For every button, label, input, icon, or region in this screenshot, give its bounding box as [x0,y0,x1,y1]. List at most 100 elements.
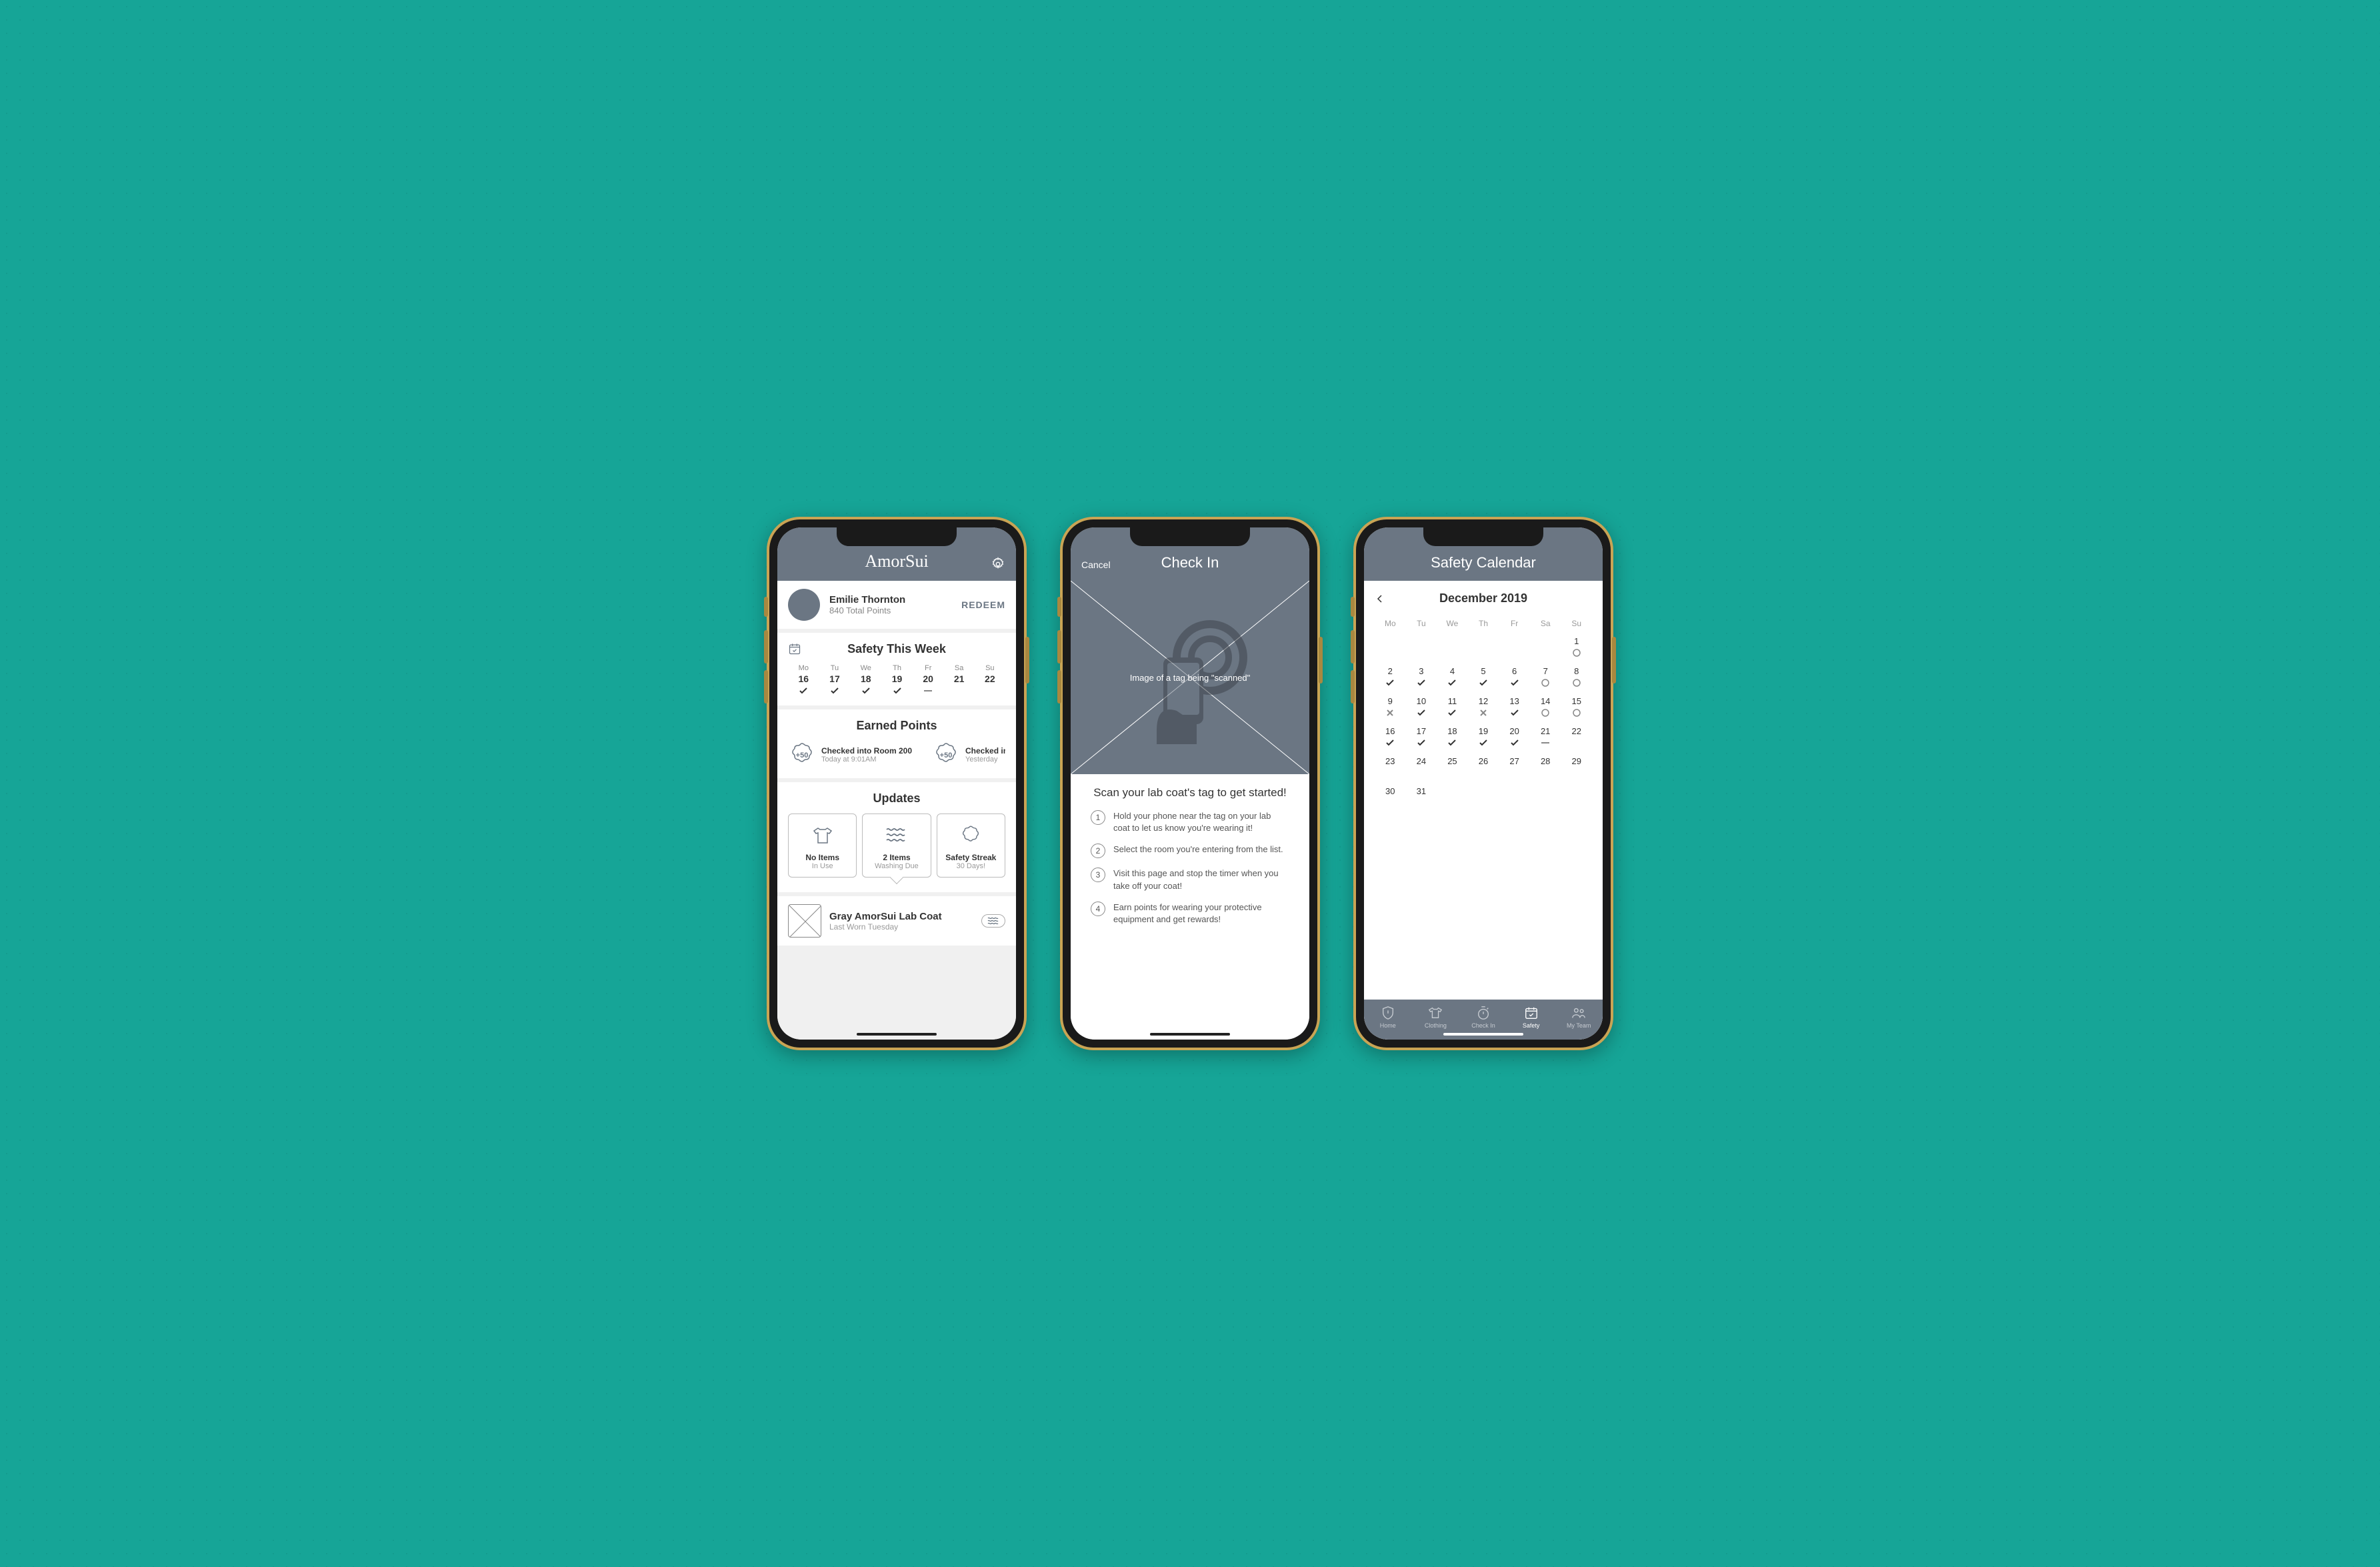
earned-points-title: Earned Points [788,719,1005,733]
safety-week-section: Safety This Week Mo16Tu17We18Th19Fr20Sa2… [777,633,1016,705]
day-status-icon [1437,737,1468,748]
calendar-day[interactable]: 12 [1468,693,1499,723]
day-status-icon [798,685,809,696]
day-status-icon [1561,647,1592,658]
calendar-dow: Th [1468,616,1499,633]
calendar-day[interactable]: 6 [1499,663,1530,693]
day-status-icon [1530,707,1561,718]
week-day[interactable]: Mo16 [798,664,809,696]
calendar-day[interactable]: 24 [1406,753,1437,784]
item-sub: Last Worn Tuesday [829,922,973,932]
week-day[interactable]: Sa21 [954,664,965,696]
calendar-day[interactable]: 20 [1499,723,1530,753]
step-row: 2Select the room you're entering from th… [1091,844,1289,858]
day-status-icon [1561,707,1592,718]
week-day[interactable]: Fr20 [923,664,933,696]
calendar-day[interactable]: 14 [1530,693,1561,723]
tab-home[interactable]: Home [1364,1000,1412,1034]
calendar-day[interactable]: 18 [1437,723,1468,753]
update-card[interactable]: 2 ItemsWashing Due [862,814,931,878]
calendar-day[interactable]: 4 [1437,663,1468,693]
calendar-day[interactable]: 11 [1437,693,1468,723]
calendar-day[interactable]: 28 [1530,753,1561,784]
day-status-icon [1468,767,1499,778]
update-card[interactable]: Safety Streak30 Days! [937,814,1005,878]
calendar-day[interactable]: 21 [1530,723,1561,753]
settings-button[interactable] [991,557,1005,571]
cancel-button[interactable]: Cancel [1081,559,1111,570]
week-day[interactable]: We18 [861,664,871,696]
week-day[interactable]: Th19 [892,664,903,696]
calendar-day[interactable]: 15 [1561,693,1592,723]
day-status-icon [1406,798,1437,808]
earned-points-item[interactable]: +50Checked into Room 200Today at 9:01AM [788,741,921,769]
update-card[interactable]: No ItemsIn Use [788,814,857,878]
step-row: 1Hold your phone near the tag on your la… [1091,810,1289,834]
month-header: December 2019 [1364,581,1603,616]
calendar-day[interactable]: 2 [1375,663,1406,693]
calendar-day[interactable]: 5 [1468,663,1499,693]
calendar-day[interactable]: 3 [1406,663,1437,693]
tab-my team[interactable]: My Team [1555,1000,1603,1034]
day-status-icon [1530,737,1561,748]
points-badge-icon: +50 [788,741,816,769]
step-number: 4 [1091,902,1105,916]
calendar-dow: Sa [1530,616,1561,633]
calendar-day[interactable]: 8 [1561,663,1592,693]
day-status-icon [1499,677,1530,688]
day-status-icon [1468,677,1499,688]
day-status-icon [1561,737,1592,748]
clothing-item-row[interactable]: Gray AmorSui Lab Coat Last Worn Tuesday [777,896,1016,946]
calendar-day[interactable]: 23 [1375,753,1406,784]
day-status-icon [1375,767,1406,778]
calendar-day[interactable]: 22 [1561,723,1592,753]
chevron-left-icon [1375,593,1385,604]
calendar-day[interactable]: 13 [1499,693,1530,723]
avatar[interactable] [788,589,820,621]
checkin-title: Check In [1161,554,1219,571]
day-status-icon [1530,767,1561,778]
calendar-day[interactable]: 19 [1468,723,1499,753]
redeem-button[interactable]: REDEEM [961,599,1005,610]
calendar-day[interactable]: 25 [1437,753,1468,784]
day-status-icon [1406,677,1437,688]
calendar-dow: We [1437,616,1468,633]
shirt-icon [1428,1006,1443,1020]
scan-image-placeholder: Image of a tag being "scanned" [1071,581,1309,774]
day-status-icon [954,685,965,696]
week-day[interactable]: Tu17 [829,664,840,696]
week-day[interactable]: Su22 [985,664,995,696]
day-status-icon [1406,737,1437,748]
calendar-day[interactable]: 7 [1530,663,1561,693]
calendar-day[interactable]: 29 [1561,753,1592,784]
day-status-icon [923,685,933,696]
step-text: Earn points for wearing your protective … [1113,902,1289,926]
timer-icon [1476,1006,1491,1020]
calendar-day[interactable]: 31 [1406,784,1437,814]
calendar-day[interactable]: 9 [1375,693,1406,723]
day-status-icon [892,685,903,696]
calendar-day[interactable]: 26 [1468,753,1499,784]
calendar-day[interactable]: 30 [1375,784,1406,814]
month-back-button[interactable] [1375,593,1385,604]
tab-safety[interactable]: Safety [1507,1000,1555,1034]
phone-frame-2: Cancel Check In Image of [1060,517,1320,1050]
calendar-day[interactable]: 1 [1561,633,1592,663]
wash-badge[interactable] [981,914,1005,928]
day-status-icon [1375,737,1406,748]
app-title: AmorSui [865,551,928,571]
tab-clothing[interactable]: Clothing [1412,1000,1460,1034]
calendar-dow: Tu [1406,616,1437,633]
earned-points-item[interactable]: +50Checked inYesterday [932,741,1005,769]
item-thumbnail [788,904,821,938]
calendar-day[interactable]: 27 [1499,753,1530,784]
calendar-day[interactable]: 17 [1406,723,1437,753]
calendar-day[interactable]: 16 [1375,723,1406,753]
day-status-icon [1437,767,1468,778]
calendar-day[interactable]: 10 [1406,693,1437,723]
tab-check in[interactable]: Check In [1459,1000,1507,1034]
calendar-dow: Su [1561,616,1592,633]
day-status-icon [829,685,840,696]
step-row: 3Visit this page and stop the timer when… [1091,868,1289,892]
day-status-icon [861,685,871,696]
